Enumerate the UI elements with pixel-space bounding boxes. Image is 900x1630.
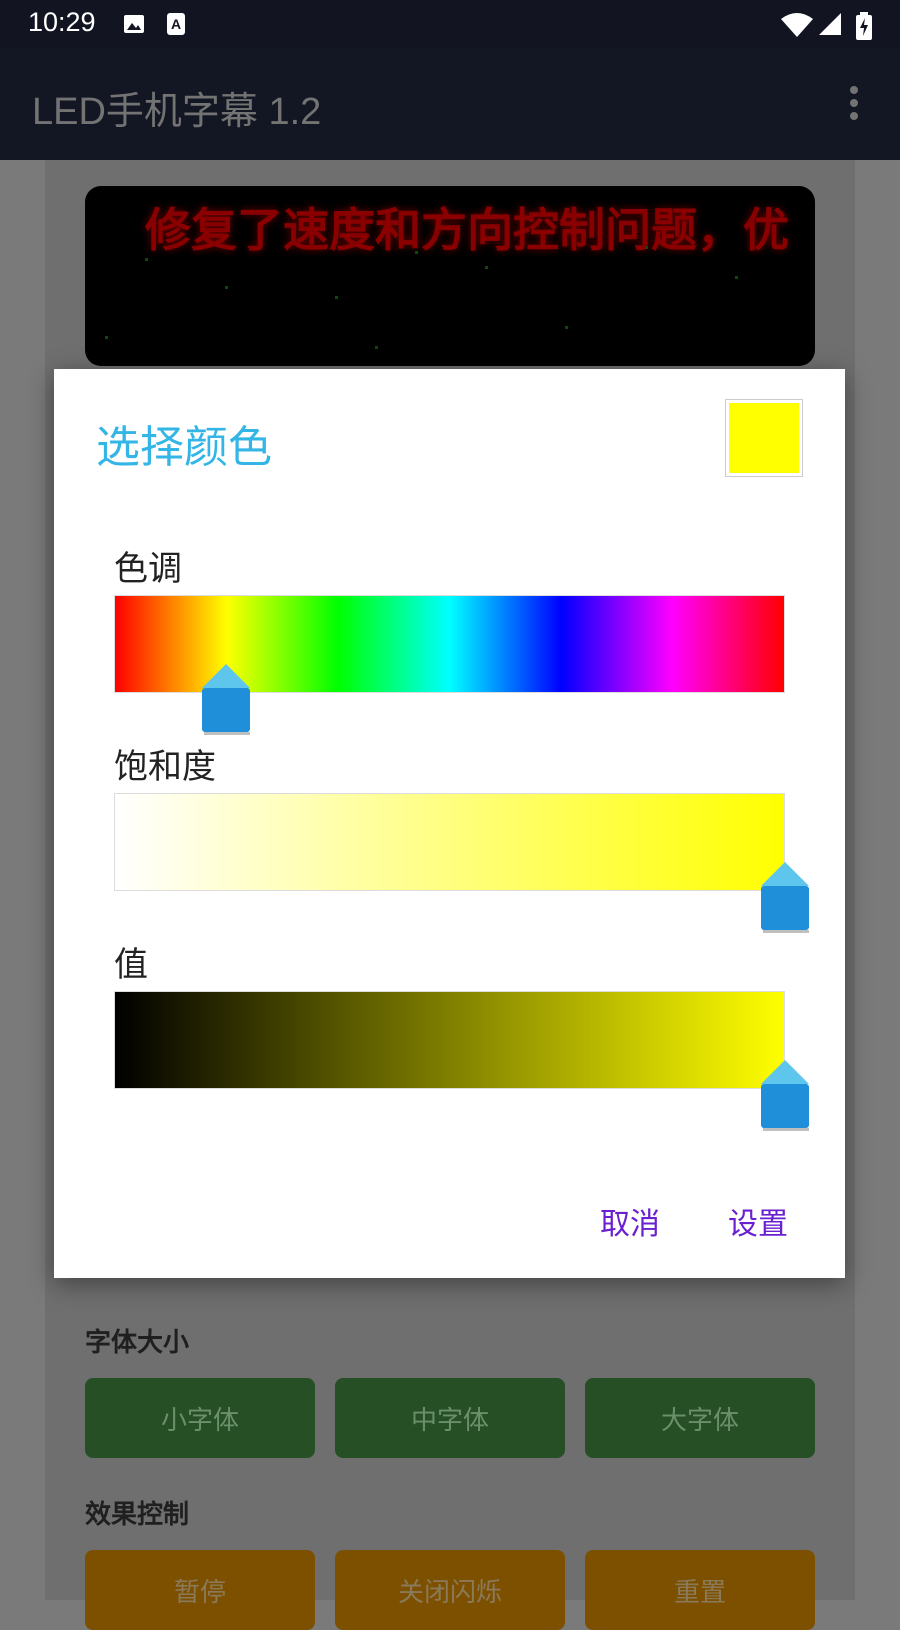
color-preview (725, 399, 803, 477)
reset-button[interactable]: 重置 (585, 1550, 815, 1630)
value-slider-thumb[interactable] (759, 1058, 811, 1132)
status-bar: 10:29 A (0, 0, 900, 48)
more-vert-icon[interactable] (850, 86, 860, 122)
image-icon (124, 15, 144, 33)
color-picker-dialog: 选择颜色 色调 饱和度 值 取消 设置 (54, 369, 845, 1278)
a-notification-icon: A (167, 13, 185, 35)
value-label: 值 (114, 945, 148, 985)
signal-icon (819, 13, 841, 35)
status-time: 10:29 (28, 7, 96, 37)
led-dot (645, 246, 648, 249)
app-bar: LED手机字幕 1.2 (0, 48, 900, 160)
svg-text:A: A (171, 16, 181, 32)
hue-slider-thumb[interactable] (200, 662, 252, 736)
value-bar[interactable] (114, 991, 785, 1089)
effects-label: 效果控制 (85, 1500, 190, 1530)
disable-flash-button[interactable]: 关闭闪烁 (335, 1550, 565, 1630)
wifi-icon (781, 13, 813, 37)
hue-label: 色调 (114, 549, 182, 589)
saturation-bar[interactable] (114, 793, 785, 891)
led-dot (105, 336, 108, 339)
font-size-label: 字体大小 (85, 1328, 190, 1358)
saturation-slider-thumb[interactable] (759, 860, 811, 934)
set-button[interactable]: 设置 (728, 1199, 788, 1243)
led-dot (375, 346, 378, 349)
led-dot (225, 286, 228, 289)
saturation-label: 饱和度 (114, 747, 216, 787)
large-font-button[interactable]: 大字体 (585, 1378, 815, 1458)
app-title: LED手机字幕 1.2 (32, 91, 322, 133)
led-dot (145, 258, 148, 261)
led-dot (485, 266, 488, 269)
led-dot (735, 276, 738, 279)
battery-charging-icon (856, 12, 872, 40)
led-dot (415, 251, 418, 254)
led-scroll-text: 修复了速度和方向控制问题，优 (145, 203, 789, 257)
color-swatch (729, 403, 799, 473)
small-font-button[interactable]: 小字体 (85, 1378, 315, 1458)
pause-button[interactable]: 暂停 (85, 1550, 315, 1630)
medium-font-button[interactable]: 中字体 (335, 1378, 565, 1458)
cancel-button[interactable]: 取消 (600, 1199, 660, 1243)
led-dot (565, 326, 568, 329)
led-display: 修复了速度和方向控制问题，优 (85, 186, 815, 366)
led-dot (335, 296, 338, 299)
dialog-title: 选择颜色 (96, 422, 272, 473)
